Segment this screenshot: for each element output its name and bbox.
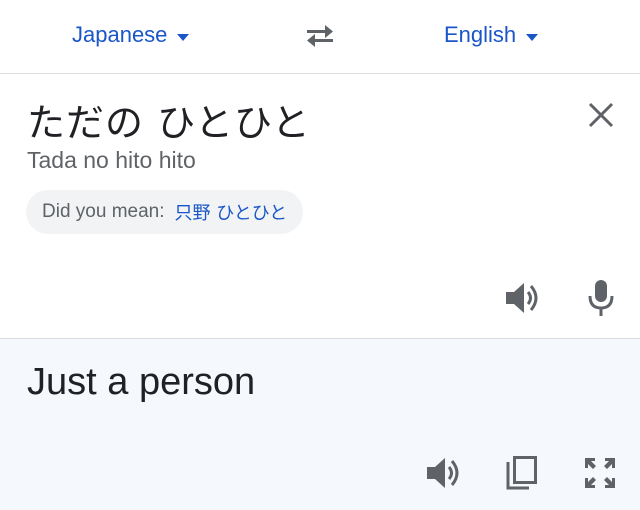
target-language-selector[interactable]: English [444, 18, 539, 52]
close-icon [588, 102, 614, 128]
source-listen-button[interactable] [501, 276, 545, 320]
language-bar: Japanese English [0, 0, 640, 74]
source-romanization: Tada no hito hito [27, 147, 196, 173]
did-you-mean-suggestion[interactable]: Did you mean: 只野 ひとひと [26, 190, 304, 234]
voice-input-button[interactable] [579, 276, 623, 320]
target-language-label: English [444, 22, 517, 47]
copy-icon [506, 456, 537, 490]
swap-languages-button[interactable] [300, 20, 340, 52]
source-panel: ただの ひとひと Tada no hito hito Did you mean:… [0, 74, 640, 339]
source-language-label: Japanese [72, 22, 168, 47]
translation-listen-button[interactable] [422, 451, 466, 495]
clear-text-button[interactable] [584, 98, 618, 132]
suggestion-label: Did you mean: [42, 201, 165, 222]
translation-panel: Just a person [0, 339, 640, 510]
copy-translation-button[interactable] [500, 451, 544, 495]
chevron-down-icon [526, 33, 539, 41]
suggestion-value: 只野 ひとひと [174, 203, 288, 224]
speaker-icon [427, 458, 459, 488]
source-text-input[interactable]: ただの ひとひと [27, 92, 311, 147]
speaker-icon [506, 283, 538, 313]
source-language-selector[interactable]: Japanese [72, 18, 190, 52]
fullscreen-icon [585, 458, 615, 488]
translation-text: Just a person [27, 361, 256, 403]
chevron-down-icon [177, 33, 190, 41]
microphone-icon [588, 280, 614, 316]
fullscreen-button[interactable] [578, 451, 622, 495]
swap-arrows-icon [307, 25, 333, 47]
